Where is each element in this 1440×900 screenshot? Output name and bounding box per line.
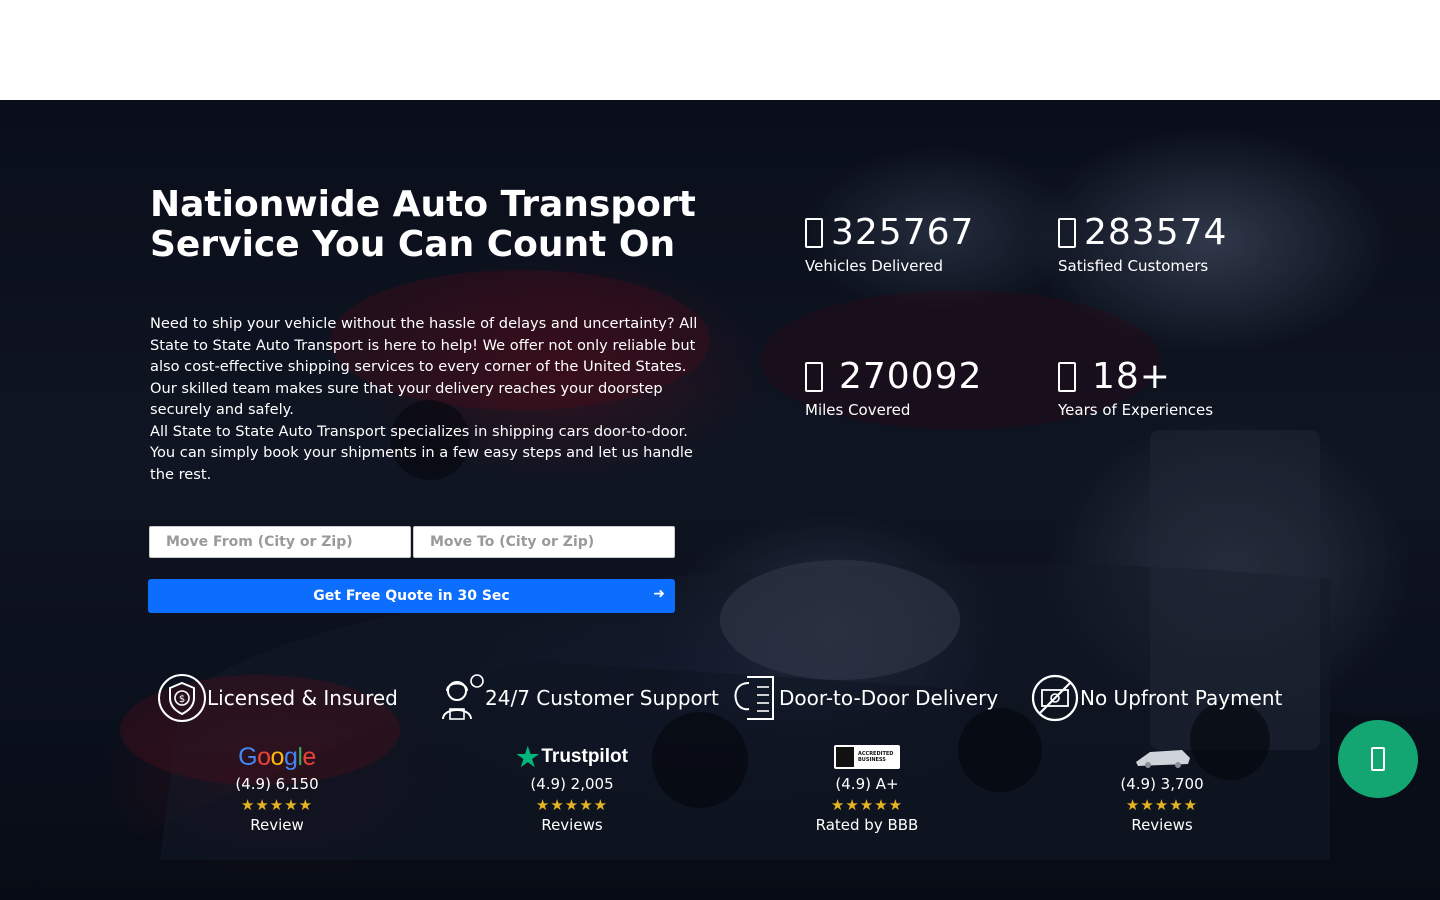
hero-description-paragraph: All State to State Auto Transport specia…	[150, 422, 693, 483]
review-label: Reviews	[1131, 816, 1193, 834]
road-icon	[805, 362, 823, 392]
users-icon	[1058, 218, 1076, 248]
star-icon: ★	[516, 741, 540, 772]
stat-label: Satisfied Customers	[1058, 257, 1209, 275]
get-free-quote-button[interactable]: Get Free Quote in 30 Sec ➜	[148, 579, 675, 613]
star-rating-icon: ★★★★★	[535, 796, 609, 814]
google-logo[interactable]: Google	[177, 742, 377, 772]
trustpilot-wordmark: Trustpilot	[541, 746, 628, 767]
review-label: Review	[250, 816, 304, 834]
review-label: Reviews	[541, 816, 603, 834]
stat-label: Miles Covered	[805, 401, 911, 419]
stat-years-experience: 18+ Years of Experiences	[1058, 355, 1298, 420]
hero-section: Nationwide Auto Transport Service You Ca…	[0, 100, 1440, 900]
arrow-right-icon: ➜	[653, 586, 665, 602]
no-cash-icon	[1031, 674, 1079, 722]
feature-door-delivery: Door-to-Door Delivery	[729, 668, 998, 728]
calendar-icon	[1058, 362, 1076, 392]
review-transport-reviews: (4.9) 3,700 ★★★★★ Reviews	[1062, 742, 1262, 835]
review-score: (4.9) 6,150	[235, 775, 319, 793]
feature-label: Door-to-Door Delivery	[779, 686, 999, 710]
trustpilot-logo[interactable]: ★ Trustpilot	[472, 742, 672, 772]
review-score: (4.9) A+	[835, 775, 899, 793]
stat-miles-covered: 270092 Miles Covered	[805, 355, 1045, 420]
car-icon	[805, 218, 823, 248]
site-header	[0, 0, 1440, 100]
feature-label: No Upfront Payment	[1080, 686, 1283, 710]
hero-description-paragraph: Need to ship your vehicle without the ha…	[150, 315, 698, 418]
truck-logo-icon	[1136, 750, 1190, 768]
feature-label: Licensed & Insured	[207, 686, 398, 710]
stat-label: Vehicles Delivered	[805, 257, 944, 275]
review-google: Google (4.9) 6,150 ★★★★★ Review	[177, 742, 377, 835]
shield-dollar-icon: $	[158, 674, 206, 722]
move-from-input[interactable]	[149, 526, 411, 558]
svg-text:$: $	[179, 694, 185, 705]
feature-customer-support: 24/7 Customer Support	[435, 668, 719, 728]
star-rating-icon: ★★★★★	[830, 796, 904, 814]
review-score: (4.9) 3,700	[1120, 775, 1204, 793]
support-agent-icon	[442, 674, 484, 720]
feature-no-upfront-payment: No Upfront Payment	[1030, 668, 1282, 728]
feature-label: 24/7 Customer Support	[485, 686, 719, 710]
stat-value: 270092	[839, 356, 983, 397]
door-delivery-icon	[734, 676, 774, 720]
bbb-logo[interactable]: ACCREDITED BUSINESS	[767, 742, 967, 772]
star-rating-icon: ★★★★★	[240, 796, 314, 814]
review-label: Rated by BBB	[815, 816, 919, 834]
bbb-torch-icon	[836, 747, 854, 767]
star-rating-icon: ★★★★★	[1125, 796, 1199, 814]
review-score: (4.9) 2,005	[530, 775, 614, 793]
review-bbb: ACCREDITED BUSINESS (4.9) A+ ★★★★★ Rated …	[767, 742, 967, 835]
stat-value: 283574	[1084, 212, 1228, 253]
stat-value: 18+	[1092, 356, 1171, 397]
stat-vehicles-delivered: 325767 Vehicles Delivered	[805, 211, 1045, 276]
feature-licensed-insured: $ Licensed & Insured	[157, 668, 398, 728]
stat-label: Years of Experiences	[1058, 401, 1214, 419]
page-title: Nationwide Auto Transport Service You Ca…	[150, 184, 696, 265]
phone-icon	[1371, 747, 1385, 771]
stat-value: 325767	[831, 212, 975, 253]
bbb-badge-line: BUSINESS	[858, 757, 886, 763]
transport-reviews-logo[interactable]	[1062, 742, 1262, 772]
call-button[interactable]	[1338, 720, 1418, 798]
hero-description: Need to ship your vehicle without the ha…	[150, 313, 702, 485]
review-trustpilot: ★ Trustpilot (4.9) 2,005 ★★★★★ Reviews	[472, 742, 672, 835]
move-to-input[interactable]	[413, 526, 675, 558]
get-free-quote-label: Get Free Quote in 30 Sec	[313, 588, 510, 604]
stat-satisfied-customers: 283574 Satisfied Customers	[1058, 211, 1298, 276]
